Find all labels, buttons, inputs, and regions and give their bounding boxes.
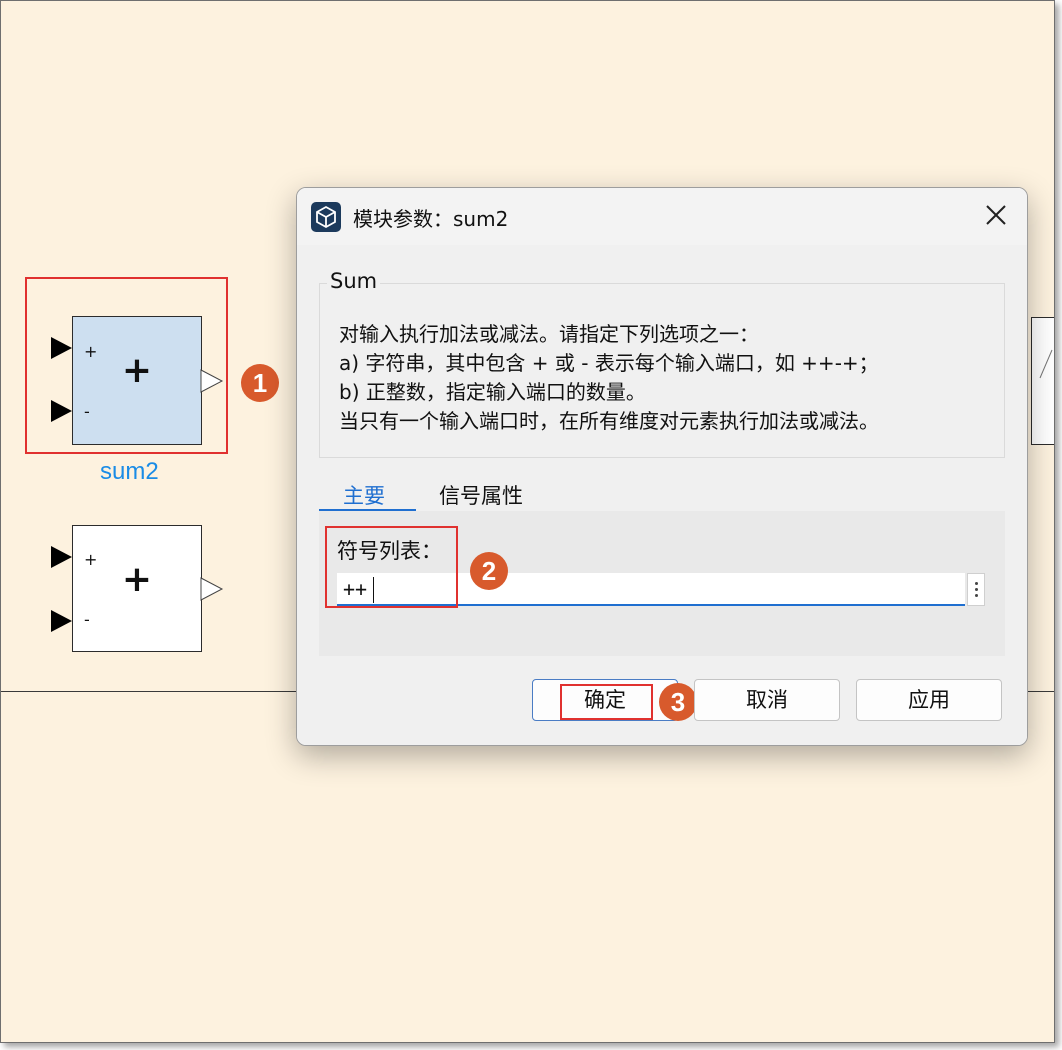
- input-port-arrow[interactable]: [51, 546, 72, 568]
- group-title: Sum: [327, 269, 381, 293]
- sum-symbol: +: [121, 350, 153, 391]
- desc-line: b) 正整数，指定输入端口的数量。: [339, 380, 646, 404]
- highlight-box-ok: [560, 684, 653, 720]
- simulink-app-icon: [311, 202, 341, 232]
- tab-main[interactable]: 主要: [343, 480, 385, 510]
- tab-signal-attributes[interactable]: 信号属性: [439, 480, 523, 510]
- step-marker-3: 3: [659, 683, 697, 721]
- input-sign-2: -: [84, 610, 90, 629]
- sum-block[interactable]: + + -: [72, 525, 202, 652]
- input-port-arrow[interactable]: [51, 337, 72, 359]
- apply-button[interactable]: 应用: [856, 679, 1002, 721]
- close-icon[interactable]: [981, 200, 1011, 230]
- output-port-arrow[interactable]: [200, 369, 224, 393]
- highlight-box-sign-list: [325, 526, 458, 608]
- dialog-titlebar[interactable]: 模块参数：sum2: [297, 188, 1027, 245]
- dialog-title: 模块参数：sum2: [353, 207, 509, 231]
- block-name-label[interactable]: sum2: [100, 458, 159, 486]
- step-marker-1: 1: [241, 364, 279, 402]
- desc-line: 当只有一个输入端口时，在所有维度对元素执行加法或减法。: [339, 409, 879, 433]
- desc-line: a) 字符串，其中包含 + 或 - 表示每个输入端口，如 ++-+；: [339, 351, 879, 375]
- partial-block-right[interactable]: [1031, 317, 1054, 445]
- dialog-body: Sum 对输入执行加法或减法。请指定下列选项之一： a) 字符串，其中包含 + 或…: [297, 245, 1027, 745]
- sum-symbol: +: [121, 559, 153, 600]
- desc-line: 对输入执行加法或减法。请指定下列选项之一：: [339, 322, 759, 346]
- block-description: 对输入执行加法或减法。请指定下列选项之一： a) 字符串，其中包含 + 或 - 表…: [339, 320, 879, 436]
- block-parameters-dialog: 模块参数：sum2 Sum 对输入执行加法或减法。请指定下列选项之一： a) 字符…: [296, 187, 1028, 746]
- input-sign-2: -: [84, 402, 90, 421]
- input-port-arrow[interactable]: [51, 610, 72, 632]
- partial-block-glyph: [1039, 349, 1053, 379]
- input-port-arrow[interactable]: [51, 400, 72, 422]
- sum-block-selected[interactable]: + + -: [72, 316, 202, 445]
- step-marker-2: 2: [470, 552, 508, 590]
- cancel-button[interactable]: 取消: [694, 679, 840, 721]
- more-options-icon[interactable]: [967, 573, 985, 606]
- output-port-arrow[interactable]: [200, 577, 224, 601]
